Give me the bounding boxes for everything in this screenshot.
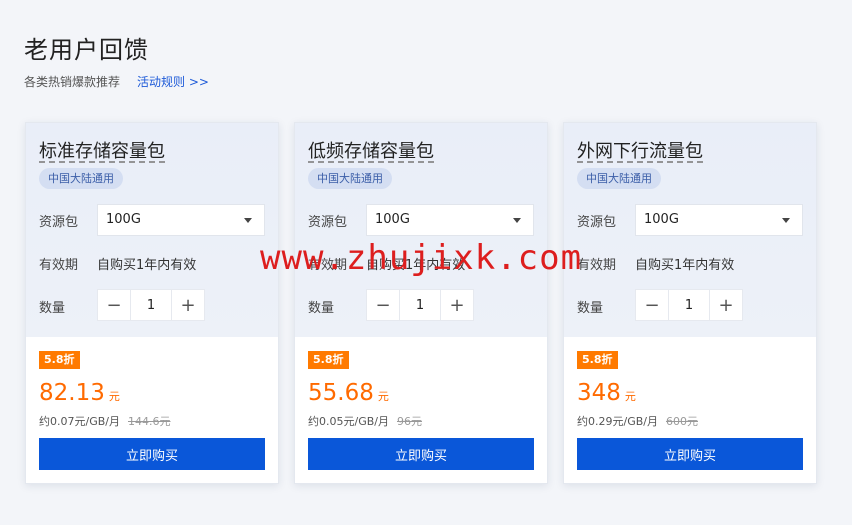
discount-badge: 5.8折 <box>577 351 618 369</box>
minus-icon[interactable]: − <box>635 289 669 321</box>
price-unit: 元 <box>624 390 636 403</box>
subtitle: 各类热销爆款推荐 <box>24 75 121 89</box>
resource-pack-select[interactable]: 100G <box>97 204 265 236</box>
quantity-value[interactable]: 1 <box>400 289 440 321</box>
card-title[interactable]: 低频存储容量包 <box>308 137 434 163</box>
resource-pack-select[interactable]: 100G <box>635 204 803 236</box>
resource-pack-label: 资源包 <box>39 215 79 230</box>
resource-pack-value: 100G <box>375 212 410 227</box>
price: 348 元 <box>577 380 636 406</box>
region-tag: 中国大陆通用 <box>39 168 123 189</box>
quantity-label: 数量 <box>577 301 604 316</box>
quantity-label: 数量 <box>39 301 66 316</box>
price-value: 348 <box>577 380 621 406</box>
rules-link[interactable]: 活动规则 >> <box>137 73 209 90</box>
quantity-value[interactable]: 1 <box>669 289 709 321</box>
validity-label: 有效期 <box>39 258 79 273</box>
card-title[interactable]: 标准存储容量包 <box>39 137 165 163</box>
resource-pack-select[interactable]: 100G <box>366 204 534 236</box>
buy-button[interactable]: 立即购买 <box>308 438 534 470</box>
original-price: 96元 <box>396 415 422 428</box>
discount-badge: 5.8折 <box>39 351 80 369</box>
original-price: 600元 <box>665 415 698 428</box>
product-card-infrequent-storage: 低频存储容量包 中国大陆通用 资源包 100G 有效期 自购买1年内有效 数量 … <box>294 122 548 484</box>
original-price: 144.6元 <box>127 415 171 428</box>
product-card-outbound-traffic: 外网下行流量包 中国大陆通用 资源包 100G 有效期 自购买1年内有效 数量 … <box>563 122 817 484</box>
minus-icon[interactable]: − <box>97 289 131 321</box>
quantity-value[interactable]: 1 <box>131 289 171 321</box>
region-tag: 中国大陆通用 <box>577 168 661 189</box>
chevron-down-icon <box>513 218 521 223</box>
per-unit-price-row: 约0.29元/GB/月 600元 <box>577 413 698 429</box>
chevron-down-icon <box>244 218 252 223</box>
validity-value: 自购买1年内有效 <box>97 258 197 273</box>
resource-pack-value: 100G <box>106 212 141 227</box>
page-title: 老用户回馈 <box>24 36 149 64</box>
resource-pack-label: 资源包 <box>577 215 617 230</box>
price-unit: 元 <box>377 390 389 403</box>
price: 82.13 元 <box>39 380 120 406</box>
quantity-stepper: − 1 + <box>366 289 474 321</box>
per-unit-price-row: 约0.07元/GB/月 144.6元 <box>39 413 170 429</box>
validity-value: 自购买1年内有效 <box>366 258 466 273</box>
price-value: 55.68 <box>308 380 374 406</box>
product-card-standard-storage: 标准存储容量包 中国大陆通用 资源包 100G 有效期 自购买1年内有效 数量 … <box>25 122 279 484</box>
minus-icon[interactable]: − <box>366 289 400 321</box>
per-unit-price: 约0.05元/GB/月 <box>308 415 389 428</box>
resource-pack-label: 资源包 <box>308 215 348 230</box>
price-value: 82.13 <box>39 380 105 406</box>
buy-button[interactable]: 立即购买 <box>577 438 803 470</box>
price: 55.68 元 <box>308 380 389 406</box>
validity-label: 有效期 <box>308 258 348 273</box>
quantity-stepper: − 1 + <box>635 289 743 321</box>
per-unit-price-row: 约0.05元/GB/月 96元 <box>308 413 422 429</box>
discount-badge: 5.8折 <box>308 351 349 369</box>
per-unit-price: 约0.07元/GB/月 <box>39 415 120 428</box>
chevron-down-icon <box>782 218 790 223</box>
price-unit: 元 <box>108 390 120 403</box>
card-title[interactable]: 外网下行流量包 <box>577 137 703 163</box>
validity-value: 自购买1年内有效 <box>635 258 735 273</box>
plus-icon[interactable]: + <box>709 289 743 321</box>
per-unit-price: 约0.29元/GB/月 <box>577 415 658 428</box>
resource-pack-value: 100G <box>644 212 679 227</box>
plus-icon[interactable]: + <box>440 289 474 321</box>
quantity-label: 数量 <box>308 301 335 316</box>
quantity-stepper: − 1 + <box>97 289 205 321</box>
region-tag: 中国大陆通用 <box>308 168 392 189</box>
plus-icon[interactable]: + <box>171 289 205 321</box>
validity-label: 有效期 <box>577 258 617 273</box>
buy-button[interactable]: 立即购买 <box>39 438 265 470</box>
subtitle-row: 各类热销爆款推荐 活动规则 >> <box>24 73 209 90</box>
